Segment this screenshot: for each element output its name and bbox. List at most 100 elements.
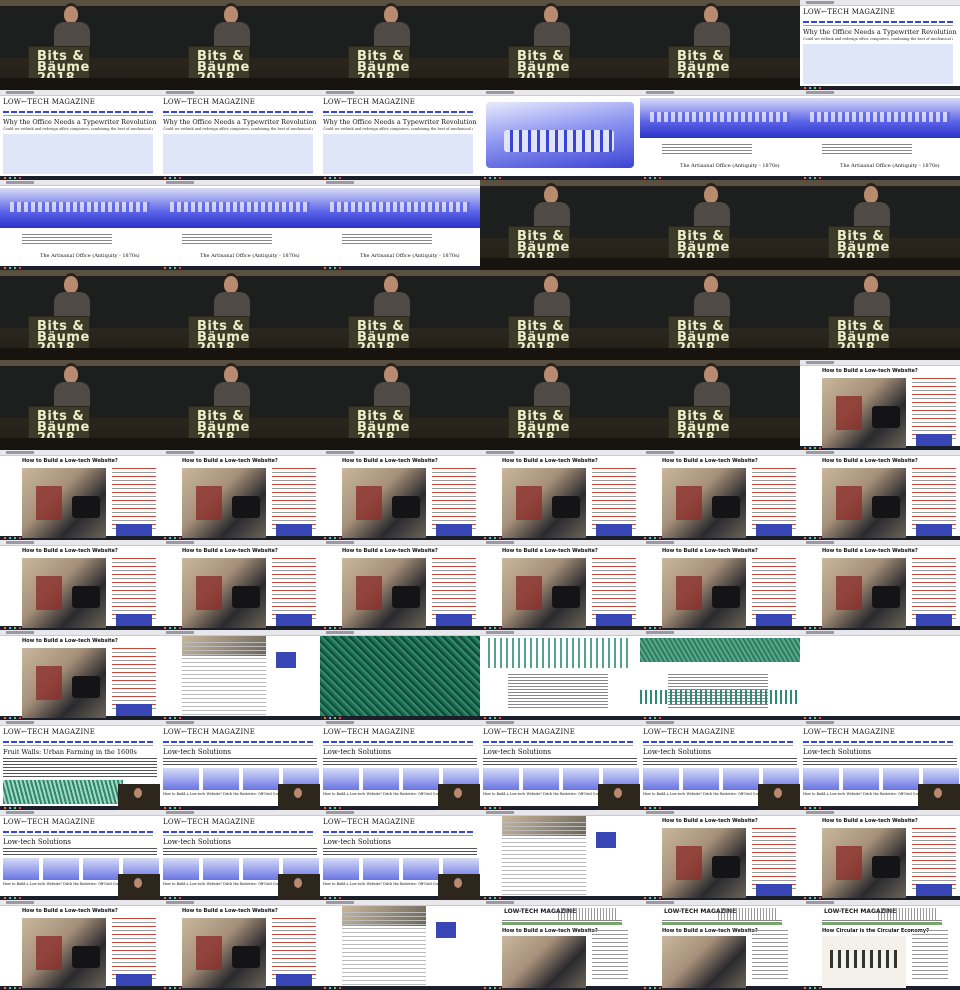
sidebar-badge: [916, 614, 952, 626]
article-illustration: [822, 936, 906, 988]
browser-tab-bar: [480, 90, 640, 96]
section-title: Low-tech Solutions: [163, 838, 231, 846]
section-caption: The Artisanal Office (Antiquity - 1870s): [840, 163, 940, 169]
site-nav-links: [163, 831, 313, 833]
video-frame: LOW←TECH MAGAZINE Low-tech Solutions How t…: [160, 810, 320, 900]
site-nav-links: [323, 831, 473, 833]
article-title: How to Build a Low-tech Website?: [822, 818, 918, 824]
video-frame: LOW←TECH MAGAZINE Why the Office Needs a …: [800, 0, 960, 90]
video-frame: The Artisanal Office (Antiquity - 1870s): [320, 180, 480, 270]
article-title: Why the Office Needs a Typewriter Revolu…: [803, 28, 957, 36]
typewriter-illustration: [640, 98, 800, 138]
video-frame: How to Build a Low-tech Website?: [160, 540, 320, 630]
article-photo: [822, 378, 906, 448]
video-frame: LOW←TECH MAGAZINE Low-tech Solutions How t…: [800, 720, 960, 810]
video-frame: LOW←TECH MAGAZINE Why the Office Needs a …: [160, 90, 320, 180]
thumbnail-image: [243, 768, 279, 790]
video-frame: Bits &Bäume2018: [480, 270, 640, 360]
article-body: [508, 674, 608, 710]
article-title: How to Build a Low-tech Website?: [662, 928, 758, 934]
article-photo: [22, 558, 106, 628]
site-nav-links: [323, 741, 473, 743]
speaker-head: [224, 366, 238, 383]
speaker-head: [544, 276, 558, 293]
front-desk: [0, 78, 160, 90]
speaker-head: [544, 186, 558, 203]
article-title: How to Build a Low-tech Website?: [502, 548, 598, 554]
browser-tab-bar: [480, 630, 640, 636]
video-frame: LOW←TECH MAGAZINE Low-tech Solutions How t…: [320, 810, 480, 900]
divider: [3, 835, 153, 836]
browser-tab-bar: [640, 90, 800, 96]
browser-tab-bar: [320, 810, 480, 816]
article-title: How to Build a Low-tech Website?: [22, 458, 118, 464]
article-sidebar: [112, 468, 156, 532]
video-frame: Bits &Bäume2018: [480, 360, 640, 450]
video-frame: How to Build a Low-tech Website?: [160, 900, 320, 990]
speaker-overlay: [278, 874, 320, 900]
article-sidebar: [752, 930, 788, 980]
front-desk: [0, 348, 160, 360]
site-masthead: LOW←TECH MAGAZINE: [163, 818, 256, 826]
speaker-head: [224, 276, 238, 293]
section-title: Low-tech Solutions: [163, 748, 231, 756]
video-frame: LOW←TECH MAGAZINE Low-tech Solutions How t…: [0, 810, 160, 900]
video-frame: How to Build a Low-tech Website?: [800, 450, 960, 540]
browser-tab-bar: [640, 720, 800, 726]
sidebar-badge: [436, 524, 472, 536]
video-frame: LOW←TECH MAGAZINE Low-tech Solutions How t…: [640, 720, 800, 810]
front-desk: [320, 438, 480, 450]
article-photo: [662, 828, 746, 898]
thumbnail-image: [243, 858, 279, 880]
video-frame: Bits &Bäume2018: [320, 0, 480, 90]
thumbnail-image: [883, 768, 919, 790]
video-frame: Bits &Bäume2018: [160, 270, 320, 360]
front-desk: [480, 258, 640, 270]
thumbnail-image: [43, 858, 79, 880]
article-photo: [182, 918, 266, 988]
speaker-overlay: [918, 784, 960, 810]
thumbnail-image: [163, 768, 199, 790]
divider: [163, 115, 313, 116]
article-title: Why the Office Needs a Typewriter Revolu…: [163, 118, 317, 126]
article-sidebar: [112, 558, 156, 622]
site-nav-links: [643, 741, 793, 743]
video-frame: The Artisanal Office (Antiquity - 1870s): [800, 90, 960, 180]
speaker-overlay: [598, 784, 640, 810]
thumbnail-image: [683, 768, 719, 790]
site-nav-links: [3, 831, 153, 833]
video-frame: How to Build a Low-tech Website?: [800, 810, 960, 900]
front-desk: [640, 258, 800, 270]
site-masthead: LOW←TECH MAGAZINE: [3, 818, 96, 826]
article-sidebar: [592, 558, 636, 622]
article-body: [3, 134, 153, 174]
speaker-overlay: [438, 874, 480, 900]
thumbnail-image: [403, 768, 439, 790]
speaker-head: [384, 366, 398, 383]
video-frame: [800, 630, 960, 720]
thumbnail-image: [83, 858, 119, 880]
browser-tab-bar: [640, 900, 800, 906]
article-sidebar: [432, 468, 476, 532]
thumbnail-image: [363, 768, 399, 790]
front-desk: [800, 258, 960, 270]
browser-tab-bar: [640, 540, 800, 546]
article-title: How to Build a Low-tech Website?: [662, 548, 758, 554]
browser-tab-bar: [800, 360, 960, 366]
article-photo: [662, 936, 746, 988]
sidebar-badge: [116, 524, 152, 536]
fruit-wall-illustration: [3, 780, 123, 804]
site-nav-links: [323, 111, 473, 113]
front-desk: [320, 348, 480, 360]
article-body: [22, 234, 112, 244]
video-frame: How to Build a Low-tech Website?: [0, 450, 160, 540]
video-frame: How to Build a Low-tech Website?: [800, 540, 960, 630]
article-sidebar: [752, 558, 796, 622]
speaker-head: [864, 276, 878, 293]
article-title: How to Build a Low-tech Website?: [822, 548, 918, 554]
speaker-head: [704, 276, 718, 293]
site-nav-links: [3, 741, 153, 743]
article-sidebar: [112, 648, 156, 712]
video-frame: Bits &Bäume2018: [640, 180, 800, 270]
article-title: Fruit Walls: Urban Farming in the 1600s: [3, 748, 137, 756]
